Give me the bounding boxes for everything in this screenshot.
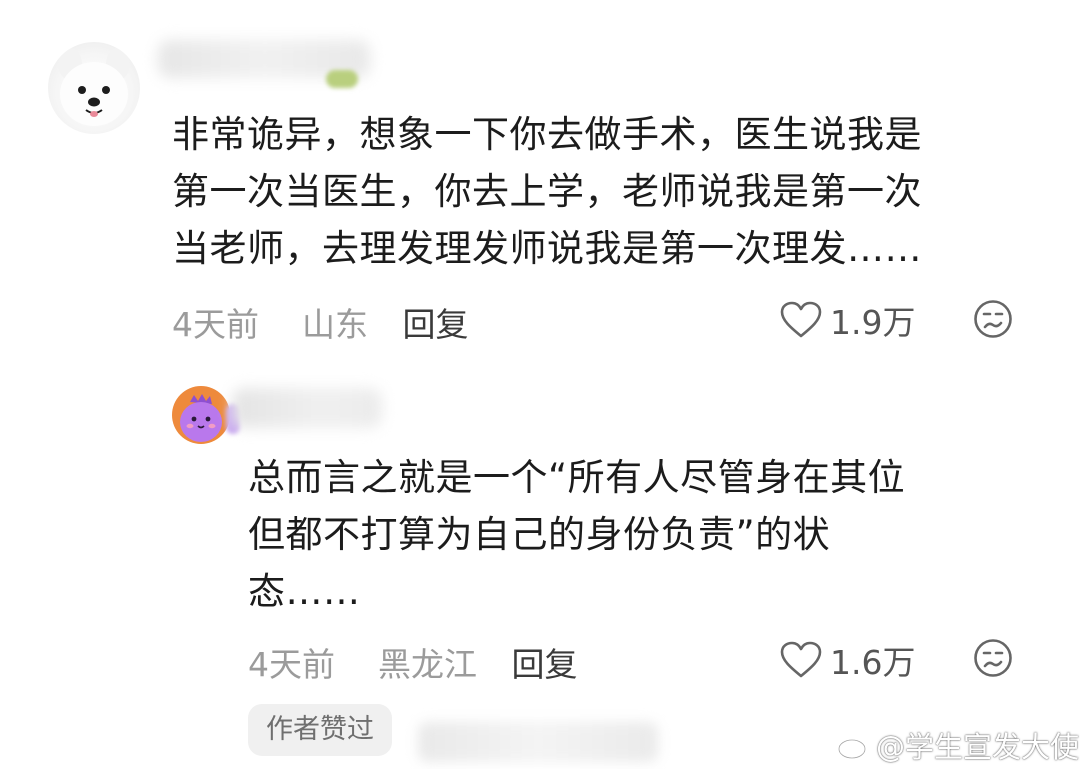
comment-body: 非常诡异，想象一下你去做手术，医生说我是 第一次当医生，你去上学，老师说我是第一… [172,106,922,277]
comment-meta: 4天前 山东 回复 [172,298,469,346]
purple-dinosaur-avatar-icon [180,394,222,442]
comment-line: 非常诡异，想象一下你去做手术，医生说我是 [172,113,922,156]
watermark: @学生宣发大使 [836,724,1079,766]
comment-thread: 非常诡异，想象一下你去做手术，医生说我是 第一次当医生，你去上学，老师说我是第一… [0,0,1080,769]
dino-avatar[interactable] [172,386,230,444]
reply-button[interactable]: 回复 [512,638,578,686]
unamused-face-icon [974,300,1012,338]
like-button[interactable]: 1.9万 [780,296,915,344]
heart-icon [780,301,822,338]
dislike-button[interactable] [973,299,1013,339]
blurred-content [418,722,658,762]
comment-location: 黑龙江 [378,645,477,684]
comment-line: 态…… [248,570,361,613]
unamused-face-icon [974,639,1012,677]
comment-line: 总而言之就是一个“所有人尽管身在其位 [248,456,906,499]
comment-time: 4天前 [172,305,259,344]
comment-line: 第一次当医生，你去上学，老师说我是第一次 [172,170,922,213]
comment-line: 当老师，去理发理发师说我是第一次理发…… [172,227,922,270]
like-count: 1.6万 [830,643,916,682]
user-level-badge [326,70,358,88]
dislike-button[interactable] [973,638,1013,678]
blurred-username [232,388,382,428]
comment-line: 但都不打算为自己的身份负责”的状 [248,513,831,556]
dog-avatar[interactable] [48,42,140,134]
like-count: 1.9万 [830,303,916,342]
author-liked-badge: 作者赞过 [248,704,392,756]
samoyed-avatar-icon [58,48,130,126]
reply-body: 总而言之就是一个“所有人尽管身在其位 但都不打算为自己的身份负责”的状 态…… [248,449,905,620]
weibo-icon [837,733,872,760]
heart-icon [780,641,822,678]
comment-meta: 4天前 黑龙江 回复 [248,638,578,686]
comment-time: 4天前 [248,645,335,684]
reply-button[interactable]: 回复 [403,298,469,346]
like-button[interactable]: 1.6万 [780,636,915,684]
watermark-text: @学生宣发大使 [876,730,1080,764]
comment-location: 山东 [302,305,368,344]
